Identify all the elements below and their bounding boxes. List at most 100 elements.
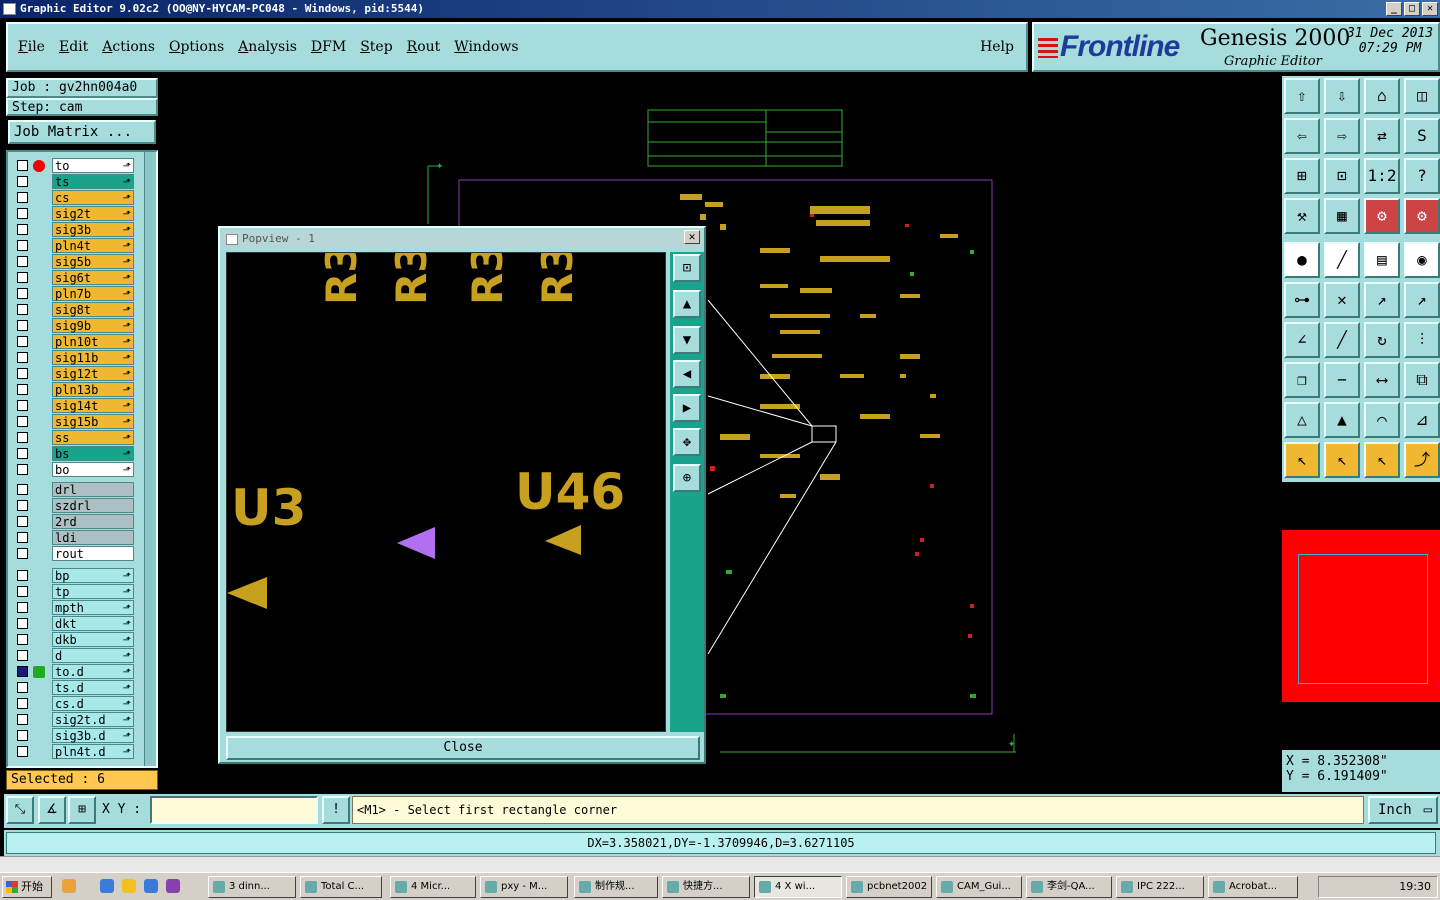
layer-name[interactable]: pln13b ⬏: [52, 382, 134, 397]
popview-pan-up-icon[interactable]: ▲: [673, 290, 701, 318]
taskbar-task[interactable]: IPC 222...: [1116, 876, 1204, 898]
layer-checkbox[interactable]: [17, 682, 28, 693]
popview-close-icon[interactable]: ✕: [684, 230, 700, 244]
layer-name[interactable]: to ⬏: [52, 158, 134, 173]
layer-checkbox[interactable]: [17, 666, 28, 677]
layer-name[interactable]: szdrl: [52, 498, 134, 513]
layer-checkbox[interactable]: [17, 618, 28, 629]
popview-close-button[interactable]: Close: [226, 736, 700, 760]
triangle-base-icon[interactable]: ⊿: [1404, 402, 1440, 438]
layer-name[interactable]: cs.d ⬏: [52, 696, 134, 711]
layer-row[interactable]: sig5b ⬏: [14, 254, 134, 269]
home-icon[interactable]: ⌂: [1364, 78, 1400, 114]
pan-up-icon[interactable]: ⇧: [1284, 78, 1320, 114]
layer-row[interactable]: bo ⬏: [14, 462, 134, 477]
route-icon[interactable]: ⤴: [1404, 442, 1440, 478]
layer-checkbox[interactable]: [17, 256, 28, 267]
taskbar-task[interactable]: Total C...: [300, 876, 382, 898]
layer-row[interactable]: sig3b ⬏: [14, 222, 134, 237]
minimize-button[interactable]: _: [1386, 2, 1402, 16]
layer-checkbox[interactable]: [17, 464, 28, 475]
taskbar-task[interactable]: Acrobat...: [1208, 876, 1298, 898]
menu-windows[interactable]: Windows: [454, 39, 518, 55]
layer-row[interactable]: sig3b.d ⬏: [14, 728, 134, 743]
layer-row[interactable]: rout: [14, 546, 134, 561]
layer-checkbox[interactable]: [17, 730, 28, 741]
layer-row[interactable]: sig9b ⬏: [14, 318, 134, 333]
ruler-icon[interactable]: ▤: [1364, 242, 1400, 278]
menu-help[interactable]: Help: [980, 39, 1014, 55]
grid-icon[interactable]: ▦: [1324, 198, 1360, 234]
snap-icon[interactable]: ⚙: [1364, 198, 1400, 234]
popview-pan-left-icon[interactable]: ◀: [673, 360, 701, 388]
close-window-button[interactable]: ✕: [1422, 2, 1438, 16]
layer-name[interactable]: sig5b ⬏: [52, 254, 134, 269]
layer-row[interactable]: pln4t.d ⬏: [14, 744, 134, 759]
angle-mode-icon[interactable]: ∡: [38, 796, 66, 824]
layer-name[interactable]: bp ⬏: [52, 568, 134, 583]
layer-row[interactable]: pln13b ⬏: [14, 382, 134, 397]
layer-name[interactable]: ts.d ⬏: [52, 680, 134, 695]
layer-checkbox[interactable]: [17, 586, 28, 597]
layer-row[interactable]: sig8t ⬏: [14, 302, 134, 317]
layer-name[interactable]: dkb ⬏: [52, 632, 134, 647]
layer-name[interactable]: bs ⬏: [52, 446, 134, 461]
layer-row[interactable]: dkt ⬏: [14, 616, 134, 631]
layer-list-scrollbar[interactable]: [144, 152, 156, 766]
group-icon[interactable]: ⧉: [1404, 362, 1440, 398]
menu-analysis[interactable]: Analysis: [238, 39, 297, 55]
zoom-out-icon[interactable]: ⊡: [1324, 158, 1360, 194]
layer-checkbox[interactable]: [17, 746, 28, 757]
layer-checkbox[interactable]: [17, 432, 28, 443]
zoom-in-icon[interactable]: ⊞: [1284, 158, 1320, 194]
layer-checkbox[interactable]: [17, 650, 28, 661]
popview-zoom-in-icon[interactable]: ✥: [673, 428, 701, 456]
layer-row[interactable]: drl: [14, 482, 134, 497]
taskbar-task[interactable]: 制作规...: [574, 876, 658, 898]
layer-row[interactable]: ldi: [14, 530, 134, 545]
layer-row[interactable]: 2rd: [14, 514, 134, 529]
layer-checkbox[interactable]: [17, 368, 28, 379]
quicklaunch-icon[interactable]: [62, 879, 76, 893]
layer-checkbox[interactable]: [17, 400, 28, 411]
popview-canvas[interactable]: R3 R3 R3 R3 U3 U46: [226, 252, 666, 732]
pad-add-icon[interactable]: ●: [1284, 242, 1320, 278]
layer-row[interactable]: sig12t ⬏: [14, 366, 134, 381]
layer-name[interactable]: sig9b ⬏: [52, 318, 134, 333]
menu-dfm[interactable]: DFM: [311, 39, 346, 55]
layer-row[interactable]: sig11b ⬏: [14, 350, 134, 365]
overview-map[interactable]: [1282, 484, 1440, 748]
layer-name[interactable]: ldi: [52, 530, 134, 545]
layer-row[interactable]: cs.d ⬏: [14, 696, 134, 711]
overview-viewport[interactable]: [1298, 554, 1428, 684]
flip-icon[interactable]: S: [1404, 118, 1440, 154]
window-split-icon[interactable]: ◫: [1404, 78, 1440, 114]
ie-icon[interactable]: [100, 879, 114, 893]
layer-row[interactable]: d ⬏: [14, 648, 134, 663]
start-button[interactable]: 开始: [2, 876, 52, 898]
layer-name[interactable]: pln4t ⬏: [52, 238, 134, 253]
layer-name[interactable]: sig6t ⬏: [52, 270, 134, 285]
grid-mode-icon[interactable]: ⊞: [68, 796, 96, 824]
layer-name[interactable]: sig11b ⬏: [52, 350, 134, 365]
layer-name[interactable]: sig3b ⬏: [52, 222, 134, 237]
pan-right-icon[interactable]: ⇨: [1324, 118, 1360, 154]
layer-name[interactable]: cs ⬏: [52, 190, 134, 205]
help-icon[interactable]: ?: [1404, 158, 1440, 194]
move-point-alt-icon[interactable]: ↗: [1404, 282, 1440, 318]
layer-row[interactable]: szdrl: [14, 498, 134, 513]
layer-name[interactable]: mpth ⬏: [52, 600, 134, 615]
taskbar-task[interactable]: 4 X wi...: [754, 876, 842, 898]
layer-checkbox[interactable]: [17, 352, 28, 363]
snap-alt-icon[interactable]: ⚙: [1404, 198, 1440, 234]
layer-checkbox[interactable]: [17, 240, 28, 251]
copy-icon[interactable]: ❐: [1284, 362, 1320, 398]
taskbar-task[interactable]: 4 Micr...: [390, 876, 476, 898]
layer-name[interactable]: sig14t ⬏: [52, 398, 134, 413]
layer-row[interactable]: to.d ⬏: [14, 664, 134, 679]
layer-name[interactable]: pln4t.d ⬏: [52, 744, 134, 759]
quicklaunch-icon[interactable]: [144, 879, 158, 893]
layer-row[interactable]: pln4t ⬏: [14, 238, 134, 253]
taskbar-task[interactable]: 李剑-QA...: [1026, 876, 1112, 898]
menu-file[interactable]: File: [18, 39, 45, 55]
